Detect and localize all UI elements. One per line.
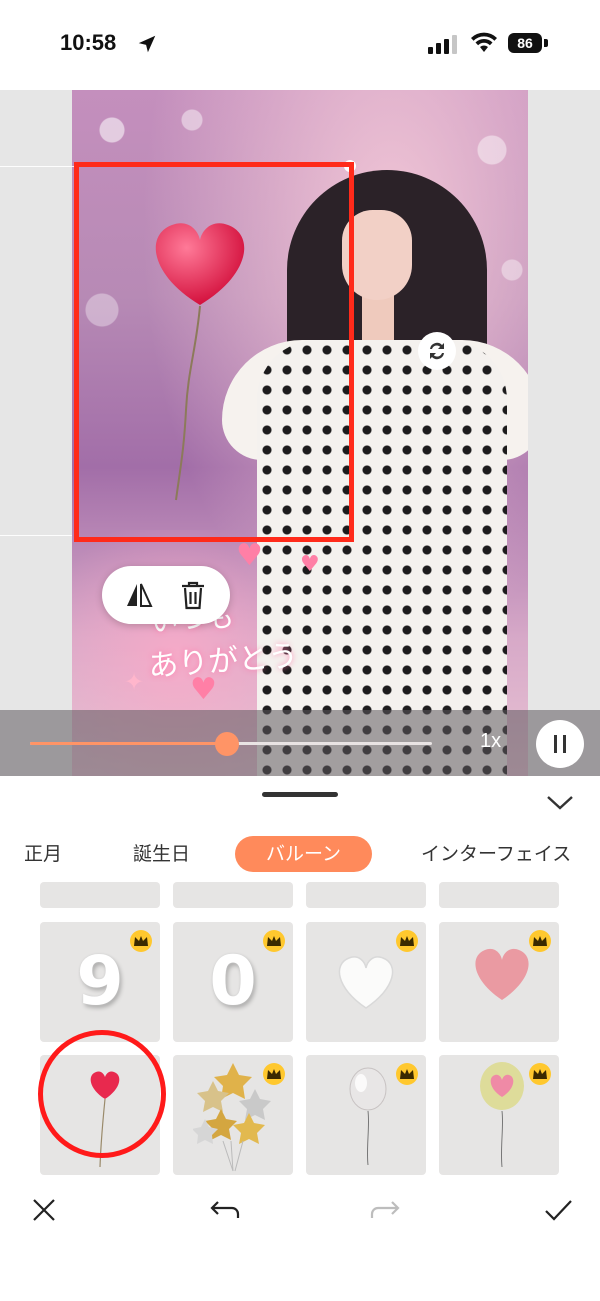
redo-icon[interactable] [364, 1190, 404, 1230]
pause-button[interactable] [536, 720, 584, 768]
green-balloon-icon [480, 1062, 524, 1168]
timeline-thumb[interactable] [214, 732, 239, 756]
tab-interface[interactable]: インターフェイス [421, 836, 571, 872]
crown-icon [529, 1063, 551, 1085]
battery-level: 86 [508, 33, 542, 53]
sticker-tile[interactable] [439, 882, 559, 908]
close-icon[interactable] [24, 1190, 64, 1230]
heart-decoration: ♥ [236, 538, 263, 573]
highlight-circle [38, 1030, 166, 1158]
speed-button[interactable]: 1x [480, 730, 501, 753]
crown-icon [263, 1063, 285, 1085]
battery-icon: 86 [508, 33, 550, 55]
sticker-tile[interactable] [173, 882, 293, 908]
crown-icon [263, 930, 285, 952]
guide-line [0, 535, 72, 536]
pink-heart-balloon-icon [475, 948, 529, 1000]
signal-icon [428, 35, 457, 54]
sparkle-decoration: ✦ [124, 668, 145, 696]
status-bar: 10:58 86 [0, 0, 600, 90]
trash-icon[interactable] [178, 579, 208, 611]
flip-icon[interactable] [124, 581, 154, 609]
sticker-silver-balloon[interactable] [306, 1055, 426, 1175]
playback-bar: 1x [0, 710, 600, 776]
check-icon[interactable] [538, 1190, 578, 1230]
tab-new-year[interactable]: 正月 [24, 836, 62, 872]
sticker-number-0[interactable]: 0 [173, 922, 293, 1042]
sticker-green-pink-balloon[interactable] [439, 1055, 559, 1175]
rotate-icon [430, 342, 444, 360]
sticker-tile[interactable] [40, 882, 160, 908]
location-arrow-icon [138, 35, 156, 53]
status-time: 10:58 [60, 30, 117, 55]
white-heart-balloon-icon [338, 956, 394, 1009]
sticker-selection-box[interactable] [74, 162, 354, 542]
crown-icon [396, 930, 418, 952]
wifi-icon [471, 32, 497, 52]
timeline-slider[interactable] [30, 732, 432, 756]
sticker-number-9[interactable]: 9 [40, 922, 160, 1042]
bottom-action-bar [0, 1180, 600, 1240]
panel-grabber[interactable] [262, 792, 338, 797]
sticker-white-heart[interactable] [306, 922, 426, 1042]
sticker-pink-heart[interactable] [439, 922, 559, 1042]
undo-icon[interactable] [206, 1190, 246, 1230]
timeline-progress [30, 742, 227, 745]
pause-icon [554, 735, 557, 753]
crown-icon [130, 930, 152, 952]
heart-decoration: ♥ [300, 552, 320, 577]
silver-balloon-icon [349, 1067, 387, 1166]
sticker-toolbar [102, 566, 230, 624]
sticker-stars[interactable] [173, 1055, 293, 1175]
tab-balloon[interactable]: バルーン [235, 836, 372, 872]
crown-icon [396, 1063, 418, 1085]
chevron-down-icon[interactable] [545, 792, 575, 812]
rotate-button[interactable] [418, 332, 456, 370]
category-tabs: 正月 誕生日 バルーン インターフェイス [0, 836, 600, 872]
tab-birthday[interactable]: 誕生日 [133, 836, 190, 872]
sticker-tile[interactable] [306, 882, 426, 908]
video-editor-canvas[interactable]: ♥ ♥ ♥ ✦ いつも ありがとう 1x [0, 90, 600, 776]
crown-icon [529, 930, 551, 952]
